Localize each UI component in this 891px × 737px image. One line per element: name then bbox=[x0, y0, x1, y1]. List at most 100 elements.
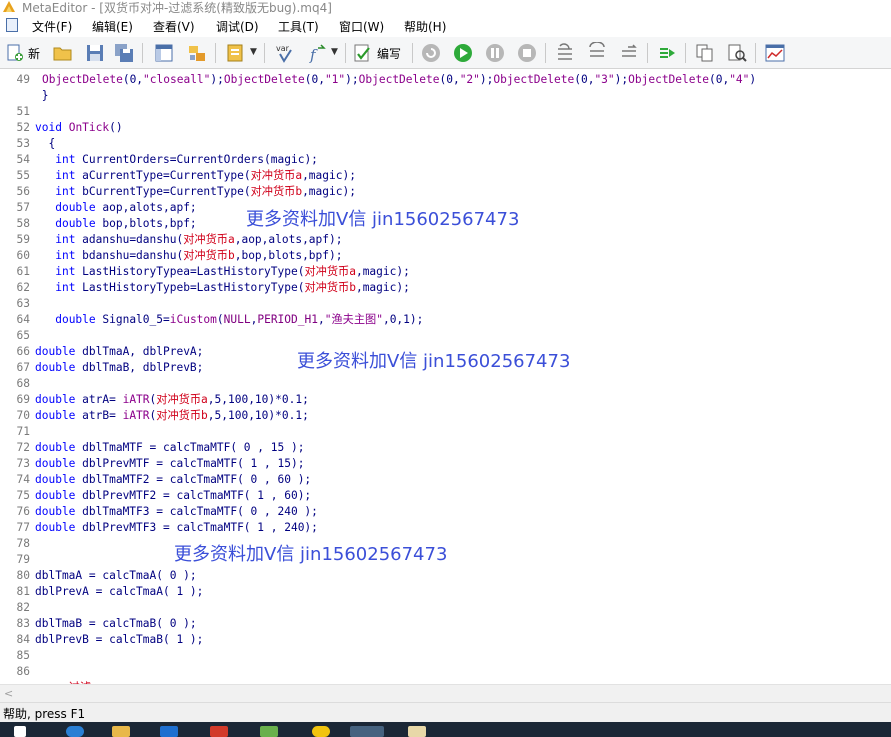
code-text[interactable]: dblPrevA = calcTmaA( 1 ); bbox=[35, 584, 203, 600]
code-text[interactable]: double dblTmaB, dblPrevB; bbox=[35, 360, 203, 376]
code-text[interactable]: double bop,blots,bpf; bbox=[35, 216, 196, 232]
code-line[interactable]: 73 double dblPrevMTF = calcTmaMTF( 1 , 15… bbox=[0, 456, 891, 472]
menu-debug[interactable]: 调试(D) bbox=[216, 18, 259, 35]
scroll-left-icon[interactable]: < bbox=[4, 687, 13, 700]
variable-icon[interactable]: var bbox=[274, 42, 296, 64]
menu-window[interactable]: 窗口(W) bbox=[339, 18, 384, 35]
code-text[interactable]: int bCurrentType=CurrentType(对冲货币b,magic… bbox=[35, 184, 356, 200]
document-icon[interactable] bbox=[6, 18, 18, 32]
compile-icon[interactable] bbox=[352, 42, 374, 64]
code-line[interactable]: 84 dblPrevB = calcTmaB( 1 ); bbox=[0, 632, 891, 648]
step-out-icon[interactable] bbox=[618, 42, 640, 64]
code-text[interactable]: double atrA= iATR(对冲货币a,5,100,10)*0.1; bbox=[35, 392, 309, 408]
code-line[interactable]: 51 bbox=[0, 104, 891, 120]
code-text[interactable]: double dblPrevMTF3 = calcTmaMTF( 1 , 240… bbox=[35, 520, 318, 536]
new-file-icon[interactable] bbox=[4, 42, 26, 64]
code-line[interactable]: 59 int adanshu=danshu(对冲货币a,aop,alots,ap… bbox=[0, 232, 891, 248]
code-text[interactable]: double dblTmaMTF2 = calcTmaMTF( 0 , 60 )… bbox=[35, 472, 311, 488]
code-line[interactable]: 64 double Signal0_5=iCustom(NULL,PERIOD_… bbox=[0, 312, 891, 328]
code-text[interactable]: double atrB= iATR(对冲货币b,5,100,10)*0.1; bbox=[35, 408, 309, 424]
stop-icon[interactable] bbox=[516, 42, 538, 64]
code-line[interactable]: 62 int LastHistoryTypeb=LastHistoryType(… bbox=[0, 280, 891, 296]
open-folder-icon[interactable] bbox=[52, 42, 74, 64]
save-all-icon[interactable] bbox=[113, 42, 135, 64]
code-text[interactable]: dblPrevB = calcTmaB( 1 ); bbox=[35, 632, 203, 648]
code-text[interactable]: double dblTmaMTF = calcTmaMTF( 0 , 15 ); bbox=[35, 440, 304, 456]
restart-icon[interactable] bbox=[420, 42, 442, 64]
menu-file[interactable]: 文件(F) bbox=[32, 18, 72, 35]
code-line[interactable]: 65 bbox=[0, 328, 891, 344]
app-icon[interactable] bbox=[408, 726, 426, 737]
app-icon[interactable] bbox=[210, 726, 228, 737]
code-line[interactable]: 75 double dblPrevMTF2 = calcTmaMTF( 1 , 6… bbox=[0, 488, 891, 504]
metaeditor-task-icon[interactable] bbox=[350, 726, 384, 737]
code-line[interactable]: 77 double dblPrevMTF3 = calcTmaMTF( 1 , 2… bbox=[0, 520, 891, 536]
app-icon[interactable] bbox=[160, 726, 178, 737]
bookmarks-icon[interactable] bbox=[224, 42, 246, 64]
code-line[interactable]: 68 bbox=[0, 376, 891, 392]
folder-icon[interactable] bbox=[112, 726, 130, 737]
function-icon[interactable]: f bbox=[306, 42, 328, 64]
code-text[interactable]: } bbox=[35, 88, 49, 104]
code-text[interactable]: int aCurrentType=CurrentType(对冲货币a,magic… bbox=[35, 168, 356, 184]
code-line[interactable]: 71 bbox=[0, 424, 891, 440]
chevron-down-icon[interactable]: ▼ bbox=[331, 47, 338, 57]
code-text[interactable]: int adanshu=danshu(对冲货币a,aop,alots,apf); bbox=[35, 232, 342, 248]
code-text[interactable]: dblTmaB = calcTmaB( 0 ); bbox=[35, 616, 197, 632]
code-text[interactable]: double aop,alots,apf; bbox=[35, 200, 196, 216]
save-icon[interactable] bbox=[84, 42, 106, 64]
code-text[interactable]: dblTmaA = calcTmaA( 0 ); bbox=[35, 568, 197, 584]
code-text[interactable]: ObjectDelete(0,"closeall");ObjectDelete(… bbox=[42, 72, 756, 88]
chevron-down-icon[interactable]: ▼ bbox=[250, 47, 257, 57]
code-text[interactable]: { bbox=[35, 136, 55, 152]
chart-icon[interactable] bbox=[764, 42, 786, 64]
play-icon[interactable] bbox=[452, 42, 474, 64]
code-line[interactable]: 69 double atrA= iATR(对冲货币a,5,100,10)*0.1; bbox=[0, 392, 891, 408]
code-line[interactable]: 80 dblTmaA = calcTmaA( 0 ); bbox=[0, 568, 891, 584]
code-line[interactable]: 61 int LastHistoryTypea=LastHistoryType(… bbox=[0, 264, 891, 280]
code-line[interactable]: 53 { bbox=[0, 136, 891, 152]
run-on-chart-icon[interactable] bbox=[656, 42, 678, 64]
code-text[interactable]: void OnTick() bbox=[35, 120, 123, 136]
code-text[interactable]: double Signal0_5=iCustom(NULL,PERIOD_H1,… bbox=[35, 312, 423, 328]
code-line[interactable]: 83 dblTmaB = calcTmaB( 0 ); bbox=[0, 616, 891, 632]
app-icon[interactable] bbox=[260, 726, 278, 737]
code-line[interactable]: 60 int bdanshu=danshu(对冲货币b,bop,blots,bp… bbox=[0, 248, 891, 264]
menu-help[interactable]: 帮助(H) bbox=[404, 18, 446, 35]
code-text[interactable]: int CurrentOrders=CurrentOrders(magic); bbox=[35, 152, 318, 168]
new-button-label[interactable]: 新 bbox=[28, 45, 40, 62]
code-text[interactable]: int LastHistoryTypea=LastHistoryType(对冲货… bbox=[35, 264, 410, 280]
code-text[interactable]: double dblTmaA, dblPrevA; bbox=[35, 344, 203, 360]
copy-icon[interactable] bbox=[694, 42, 716, 64]
code-text[interactable]: int bdanshu=danshu(对冲货币b,bop,blots,bpf); bbox=[35, 248, 342, 264]
code-text[interactable]: double dblPrevMTF2 = calcTmaMTF( 1 , 60)… bbox=[35, 488, 311, 504]
code-line[interactable]: 82 bbox=[0, 600, 891, 616]
code-line[interactable]: 76 double dblTmaMTF3 = calcTmaMTF( 0 , 24… bbox=[0, 504, 891, 520]
code-line[interactable]: } bbox=[0, 88, 891, 104]
code-text[interactable]: double dblTmaMTF3 = calcTmaMTF( 0 , 240 … bbox=[35, 504, 318, 520]
code-line[interactable]: 49 ObjectDelete(0,"closeall");ObjectDelet… bbox=[0, 72, 891, 88]
horizontal-scrollbar[interactable]: < bbox=[0, 684, 891, 702]
code-line[interactable]: 86 bbox=[0, 664, 891, 680]
code-line[interactable]: 63 bbox=[0, 296, 891, 312]
step-over-icon[interactable] bbox=[586, 42, 608, 64]
code-line[interactable]: 85 bbox=[0, 648, 891, 664]
menu-edit[interactable]: 编辑(E) bbox=[92, 18, 133, 35]
code-line[interactable]: 72 double dblTmaMTF = calcTmaMTF( 0 , 15 … bbox=[0, 440, 891, 456]
step-into-icon[interactable] bbox=[554, 42, 576, 64]
code-text[interactable]: double dblPrevMTF = calcTmaMTF( 1 , 15); bbox=[35, 456, 304, 472]
code-line[interactable]: 81 dblPrevA = calcTmaA( 1 ); bbox=[0, 584, 891, 600]
code-text[interactable]: int LastHistoryTypeb=LastHistoryType(对冲货… bbox=[35, 280, 410, 296]
code-editor[interactable]: 49 ObjectDelete(0,"closeall");ObjectDelet… bbox=[0, 69, 891, 684]
menu-view[interactable]: 查看(V) bbox=[153, 18, 195, 35]
code-line[interactable]: 74 double dblTmaMTF2 = calcTmaMTF( 0 , 60… bbox=[0, 472, 891, 488]
toolbox-icon[interactable] bbox=[186, 42, 208, 64]
code-line[interactable]: 54 int CurrentOrders=CurrentOrders(magic… bbox=[0, 152, 891, 168]
code-line[interactable]: 52 void OnTick() bbox=[0, 120, 891, 136]
app-icon[interactable] bbox=[312, 726, 330, 737]
pause-icon[interactable] bbox=[484, 42, 506, 64]
navigator-icon[interactable] bbox=[153, 42, 175, 64]
compile-button-label[interactable]: 编写 bbox=[377, 45, 401, 62]
browser-icon[interactable] bbox=[66, 726, 84, 737]
start-icon[interactable] bbox=[14, 726, 26, 737]
